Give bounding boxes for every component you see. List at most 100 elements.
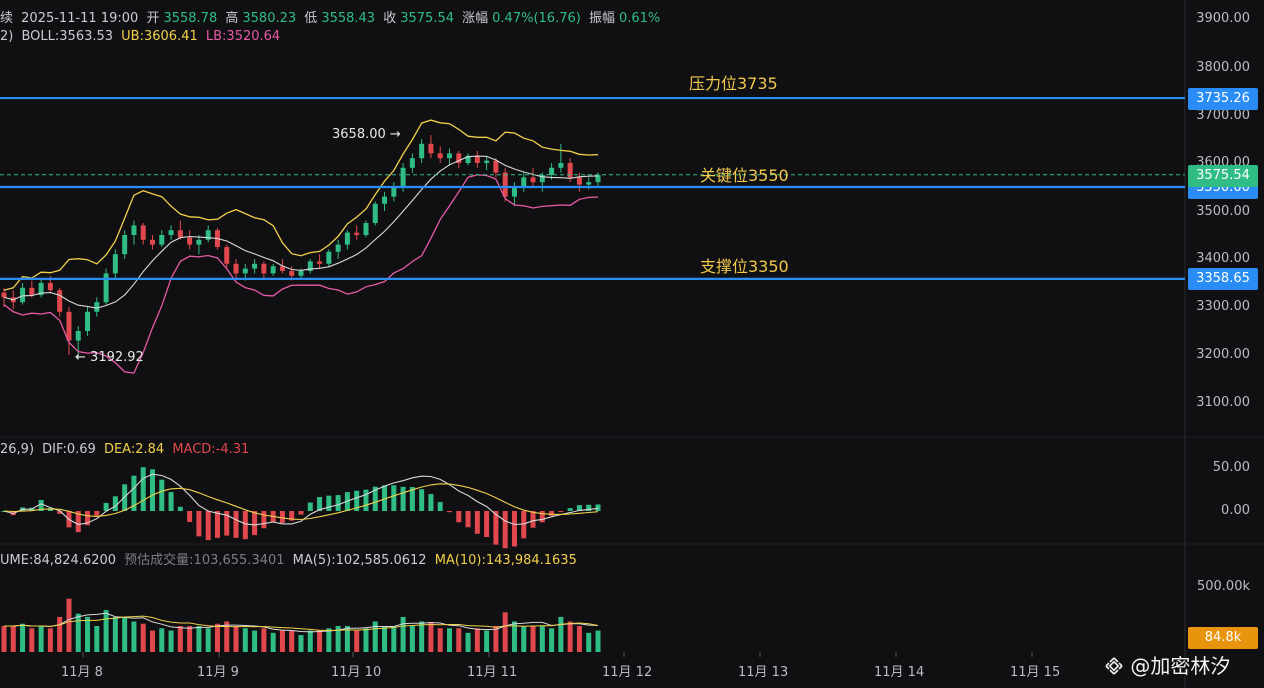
volume-ma10: MA(10):143,984.1635 <box>434 553 577 568</box>
volume-bar <box>474 628 480 652</box>
candle-body <box>150 239 155 245</box>
price-tick-3200: 3200.00 <box>1196 347 1250 362</box>
candle-body <box>242 268 248 274</box>
open-label: 开 <box>146 11 160 26</box>
candle-body <box>1 292 7 298</box>
candle-body <box>252 263 258 269</box>
macd-histogram-bar <box>558 511 564 512</box>
volume-bar <box>354 630 360 652</box>
macd-histogram-bar <box>511 511 517 547</box>
candle-body <box>437 153 443 159</box>
candle-body <box>447 153 452 159</box>
volume-bar <box>279 630 285 652</box>
macd-histogram-bar <box>252 511 258 536</box>
candle-body <box>159 235 165 245</box>
volume-bar <box>521 626 527 652</box>
macd-histogram-bar <box>549 511 555 516</box>
volume-bar <box>233 626 239 652</box>
candle-body <box>558 163 564 168</box>
volume-bar <box>400 616 406 652</box>
boll-header: 2) BOLL:3563.53 UB:3606.41 LB:3520.64 <box>0 29 284 44</box>
volume-bar <box>66 598 72 652</box>
macd-histogram-bar <box>261 511 267 529</box>
volume-bar <box>270 632 276 652</box>
macd-histogram-bar <box>242 511 248 540</box>
macd-histogram-bar <box>140 467 146 511</box>
high-value: 3580.23 <box>242 11 297 26</box>
volume-bar <box>437 628 443 652</box>
volume-bar <box>103 610 109 652</box>
volume-bar <box>112 616 118 652</box>
volume-bar <box>57 616 63 652</box>
close-value: 3575.54 <box>400 11 454 26</box>
volume-bar <box>187 626 193 652</box>
volume-bar <box>140 623 146 652</box>
header-datetime: 2025-11-11 19:00 <box>21 11 139 26</box>
volume-bar <box>558 616 564 652</box>
macd-histogram-bar <box>400 486 406 511</box>
volume-estimate: 预估成交量:103,655.3401 <box>124 553 285 568</box>
volume-bar <box>131 621 137 652</box>
candle-body <box>122 235 128 255</box>
chart-stage: 续 2025-11-11 19:00 开 3558.78 高 3580.23 低 35… <box>0 0 1264 688</box>
price-tick-3900: 3900.00 <box>1196 11 1250 26</box>
volume-bar <box>242 628 248 652</box>
volume-bar <box>456 628 462 652</box>
price-tick-3500: 3500.00 <box>1196 204 1250 219</box>
volume-bar <box>428 622 434 652</box>
price-tick-3100: 3100.00 <box>1196 395 1250 410</box>
macd-histogram-bar <box>168 492 174 511</box>
candle-body <box>391 187 397 197</box>
watermark: @加密林汐 <box>1104 650 1230 679</box>
x-tick-nov15: 11月 15 <box>1010 665 1061 680</box>
volume-bar <box>20 623 26 652</box>
boll-lb-value: LB:3520.64 <box>205 29 281 44</box>
price-tick-3700: 3700.00 <box>1196 108 1250 123</box>
candle-body <box>85 311 91 331</box>
amp-value: 0.61% <box>618 11 661 26</box>
volume-bar <box>10 626 16 652</box>
volume-bar <box>465 632 471 652</box>
close-label: 收 <box>383 11 397 26</box>
boll-ub-value: UB:3606.41 <box>121 29 198 44</box>
candle-body <box>261 263 267 274</box>
volume-bar <box>1 626 7 652</box>
binance-logo-icon <box>1105 657 1123 675</box>
candle-body <box>326 251 332 264</box>
macd-histogram-bar <box>465 511 471 528</box>
volume-bar <box>252 630 258 652</box>
candle-body <box>298 271 304 276</box>
candle-body <box>502 172 508 197</box>
boll-value: BOLL:3563.53 <box>21 29 114 44</box>
low-label: 低 <box>304 11 318 26</box>
volume-bar <box>177 626 183 652</box>
macd-histogram-bar <box>196 511 202 537</box>
high-annotation: 3658.00 → <box>332 127 401 142</box>
chart-canvas[interactable] <box>0 0 1264 688</box>
macd-histogram-bar <box>437 502 443 511</box>
macd-histogram-bar <box>363 489 369 511</box>
dif-value: DIF:0.69 <box>42 442 96 457</box>
macd-histogram-bar <box>279 511 285 524</box>
x-tick-nov11: 11月 11 <box>467 665 518 680</box>
candle-body <box>317 261 323 264</box>
volume-bar <box>567 621 573 652</box>
candle-body <box>103 273 109 303</box>
macd-histogram-bar <box>484 511 490 537</box>
high-label: 高 <box>225 11 239 26</box>
candle-body <box>29 287 35 295</box>
candle-body <box>20 287 26 303</box>
macd-histogram-bar <box>502 511 508 549</box>
high-annotation-value: 3658.00 <box>332 127 386 142</box>
x-tick-nov9: 11月 9 <box>197 665 239 680</box>
volume-bar <box>363 628 369 652</box>
resistance-price-tag: 3735.26 <box>1188 88 1258 110</box>
macd-histogram-bar <box>307 502 313 511</box>
volume-tick-500k: 500.00k <box>1196 579 1250 594</box>
volume-bar <box>317 630 323 652</box>
volume-ma5: MA(5):102,585.0612 <box>292 553 427 568</box>
volume-bar <box>326 628 332 652</box>
candle-body <box>75 331 81 341</box>
macd-tick-50: 50.00 <box>1212 460 1250 475</box>
volume-bar <box>38 626 44 652</box>
